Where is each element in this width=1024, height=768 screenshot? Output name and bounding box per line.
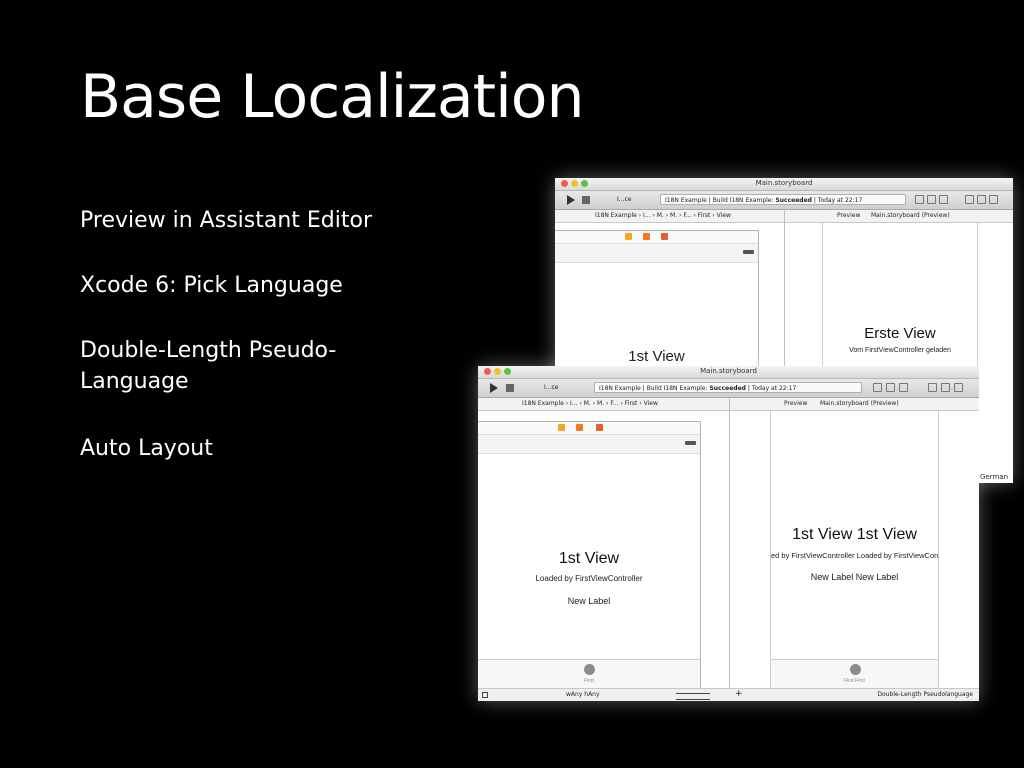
view-title-label: 1st View [558,550,620,567]
exit-icon[interactable] [661,233,668,240]
minimize-window-button[interactable] [571,180,578,187]
battery-icon [743,250,754,254]
run-icon[interactable] [567,195,575,205]
preview-tab-item-label: First First [844,678,865,684]
preview-device: 1st View 1st View ed by FirstViewControl… [770,411,939,688]
preview-language-selector[interactable]: Double-Length Pseudolanguage [877,689,973,701]
preview-tab-item-icon [849,664,861,675]
scheme-selector[interactable]: I...ce [544,384,558,391]
preview-subtitle-label: ed by FirstViewController Loaded by Firs… [771,551,939,560]
window-controls [561,180,591,189]
bullet-item: Preview in Assistant Editor [80,208,373,233]
preview-title-label: 1st View 1st View [792,526,917,543]
preview-file[interactable]: Main.storyboard (Preview) [871,210,950,222]
outline-toggle-icon[interactable] [482,692,488,698]
view-subtitle-label: Loaded by FirstViewController [535,574,643,583]
bullet-item: Auto Layout [80,436,213,461]
preview-tab-bar: First First [771,659,938,688]
view-controller-scene[interactable]: 1st View Loaded by FirstViewController N… [478,421,701,689]
zoom-window-button[interactable] [581,180,588,187]
window-title: Main.storyboard [755,179,813,187]
toolbar: I...ce I18N Example | Build I18N Example… [478,379,979,398]
jump-bar-path[interactable]: I18N Example › I... › M. › M. › F... › F… [522,398,658,410]
view-title-label: 1st View [628,348,685,365]
preview-subtitle-label: Vom FirstViewController geladen [849,347,951,354]
editor-version-icon[interactable] [939,195,948,204]
size-class-control[interactable]: wAny hAny [566,689,600,701]
status-bar [555,244,758,263]
add-device-icon[interactable]: + [735,689,743,700]
status-bar [478,435,700,454]
editor-bottom-bar: wAny hAny + Double-Length Pseudolanguage [478,688,979,701]
exit-icon[interactable] [596,424,603,431]
utilities-toggle-icon[interactable] [954,383,963,392]
preview-file[interactable]: Main.storyboard (Preview) [820,398,899,410]
xcode-window-front: Main.storyboard I...ce I18N Example | Bu… [478,366,979,701]
editor-standard-icon[interactable] [915,195,924,204]
first-responder-icon[interactable] [643,233,650,240]
battery-icon [685,441,696,445]
navigator-toggle-icon[interactable] [928,383,937,392]
debug-toggle-icon[interactable] [977,195,986,204]
toolbar: I...ce I18N Example | Build I18N Example… [555,191,1013,210]
stop-icon[interactable] [582,196,590,204]
bullet-item: Xcode 6: Pick Language [80,273,343,298]
window-title: Main.storyboard [700,367,757,375]
bullet-item: Double-Length Pseudo-Language [80,338,337,394]
editor-assistant-icon[interactable] [886,383,895,392]
navigator-toggle-icon[interactable] [965,195,974,204]
tab-item-icon[interactable] [584,664,595,675]
preview-language-selector[interactable]: German [980,473,1008,481]
preview-title-label: Erste View [864,325,936,342]
zoom-window-button[interactable] [504,368,511,375]
view-controller-icon[interactable] [625,233,632,240]
bullet-list: Preview in Assistant Editor Xcode 6: Pic… [80,205,400,498]
jump-bar-path[interactable]: I18N Example › I... › M. › M. › F... › F… [595,210,731,222]
canvas-pane: 1st View Loaded by FirstViewController N… [478,411,729,701]
scene-dock [555,231,758,244]
close-window-button[interactable] [484,368,491,375]
editor-standard-icon[interactable] [873,383,882,392]
window-titlebar[interactable]: Main.storyboard [478,366,979,379]
debug-toggle-icon[interactable] [941,383,950,392]
close-window-button[interactable] [561,180,568,187]
tab-item-label: First [584,678,594,684]
slide-title: Base Localization [80,62,585,132]
editor-assistant-icon[interactable] [927,195,936,204]
stop-icon[interactable] [506,384,514,392]
preview-pane: 1st View 1st View ed by FirstViewControl… [730,411,979,701]
window-controls [484,368,514,377]
activity-status: I18N Example | Build I18N Example: Succe… [594,382,862,393]
minimize-window-button[interactable] [494,368,501,375]
scene-dock [478,422,700,435]
window-titlebar[interactable]: Main.storyboard [555,178,1013,191]
scheme-selector[interactable]: I...ce [617,196,631,203]
preview-selector[interactable]: Preview [784,398,807,410]
utilities-toggle-icon[interactable] [989,195,998,204]
tab-bar: First [478,659,700,688]
view-controller-icon[interactable] [558,424,565,431]
new-label: New Label [567,596,611,606]
preview-selector[interactable]: Preview [837,210,860,222]
preview-new-label: New Label New Label [810,572,899,582]
layout-tools-icon[interactable] [676,693,710,700]
editor-version-icon[interactable] [899,383,908,392]
activity-status: I18N Example | Build I18N Example: Succe… [660,194,906,205]
run-icon[interactable] [490,383,498,393]
first-responder-icon[interactable] [576,424,583,431]
